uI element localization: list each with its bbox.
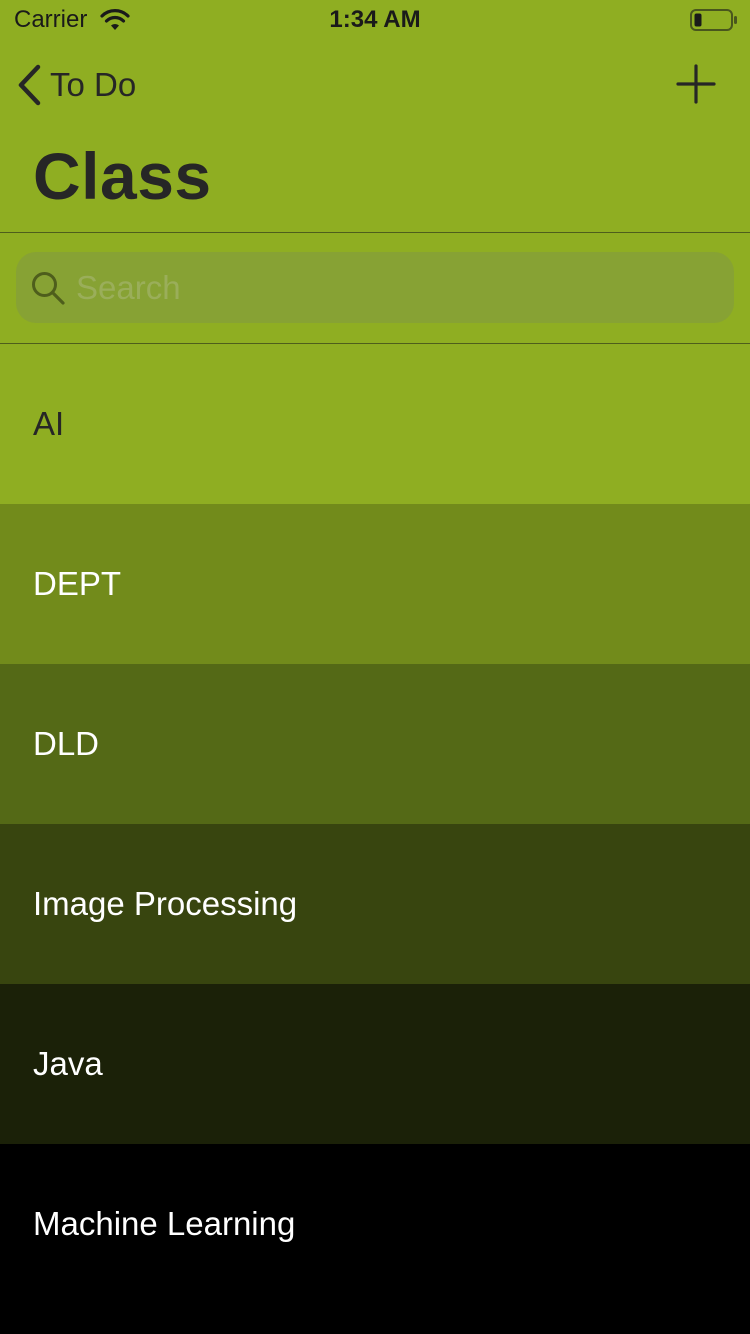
app-screen: Carrier 1:34 AM To Do Class Search AI DE… — [0, 0, 750, 1334]
list-item[interactable]: Java — [0, 984, 750, 1144]
list-item[interactable]: AI — [0, 344, 750, 504]
search-icon — [32, 271, 65, 305]
battery-low-icon — [690, 9, 737, 31]
status-bar: Carrier 1:34 AM — [0, 0, 750, 40]
plus-icon[interactable] — [674, 62, 718, 106]
list-item-label: AI — [33, 405, 65, 442]
back-button-label: To Do — [50, 66, 137, 103]
back-button[interactable]: To Do — [14, 62, 136, 108]
list-item[interactable]: DEPT — [0, 504, 750, 664]
list-item-label: DEPT — [33, 565, 122, 602]
list-item-label: DLD — [33, 725, 100, 762]
list-item[interactable]: Machine Learning — [0, 1144, 750, 1304]
class-list: AI DEPT DLD Image Processing Java Machin… — [0, 344, 750, 1304]
list-item[interactable]: DLD — [0, 664, 750, 824]
search-input[interactable] — [76, 268, 734, 307]
search-bar — [0, 233, 750, 344]
navigation-bar: To Do Class — [0, 40, 750, 233]
search-field[interactable] — [16, 252, 734, 323]
list-item-label: Image Processing — [33, 885, 298, 922]
chevron-left-icon — [18, 64, 41, 106]
status-time: 1:34 AM — [329, 6, 421, 33]
list-item-label: Java — [33, 1045, 103, 1082]
list-item-label: Machine Learning — [33, 1205, 296, 1242]
list-item[interactable]: Image Processing — [0, 824, 750, 984]
page-title: Class — [33, 139, 212, 213]
